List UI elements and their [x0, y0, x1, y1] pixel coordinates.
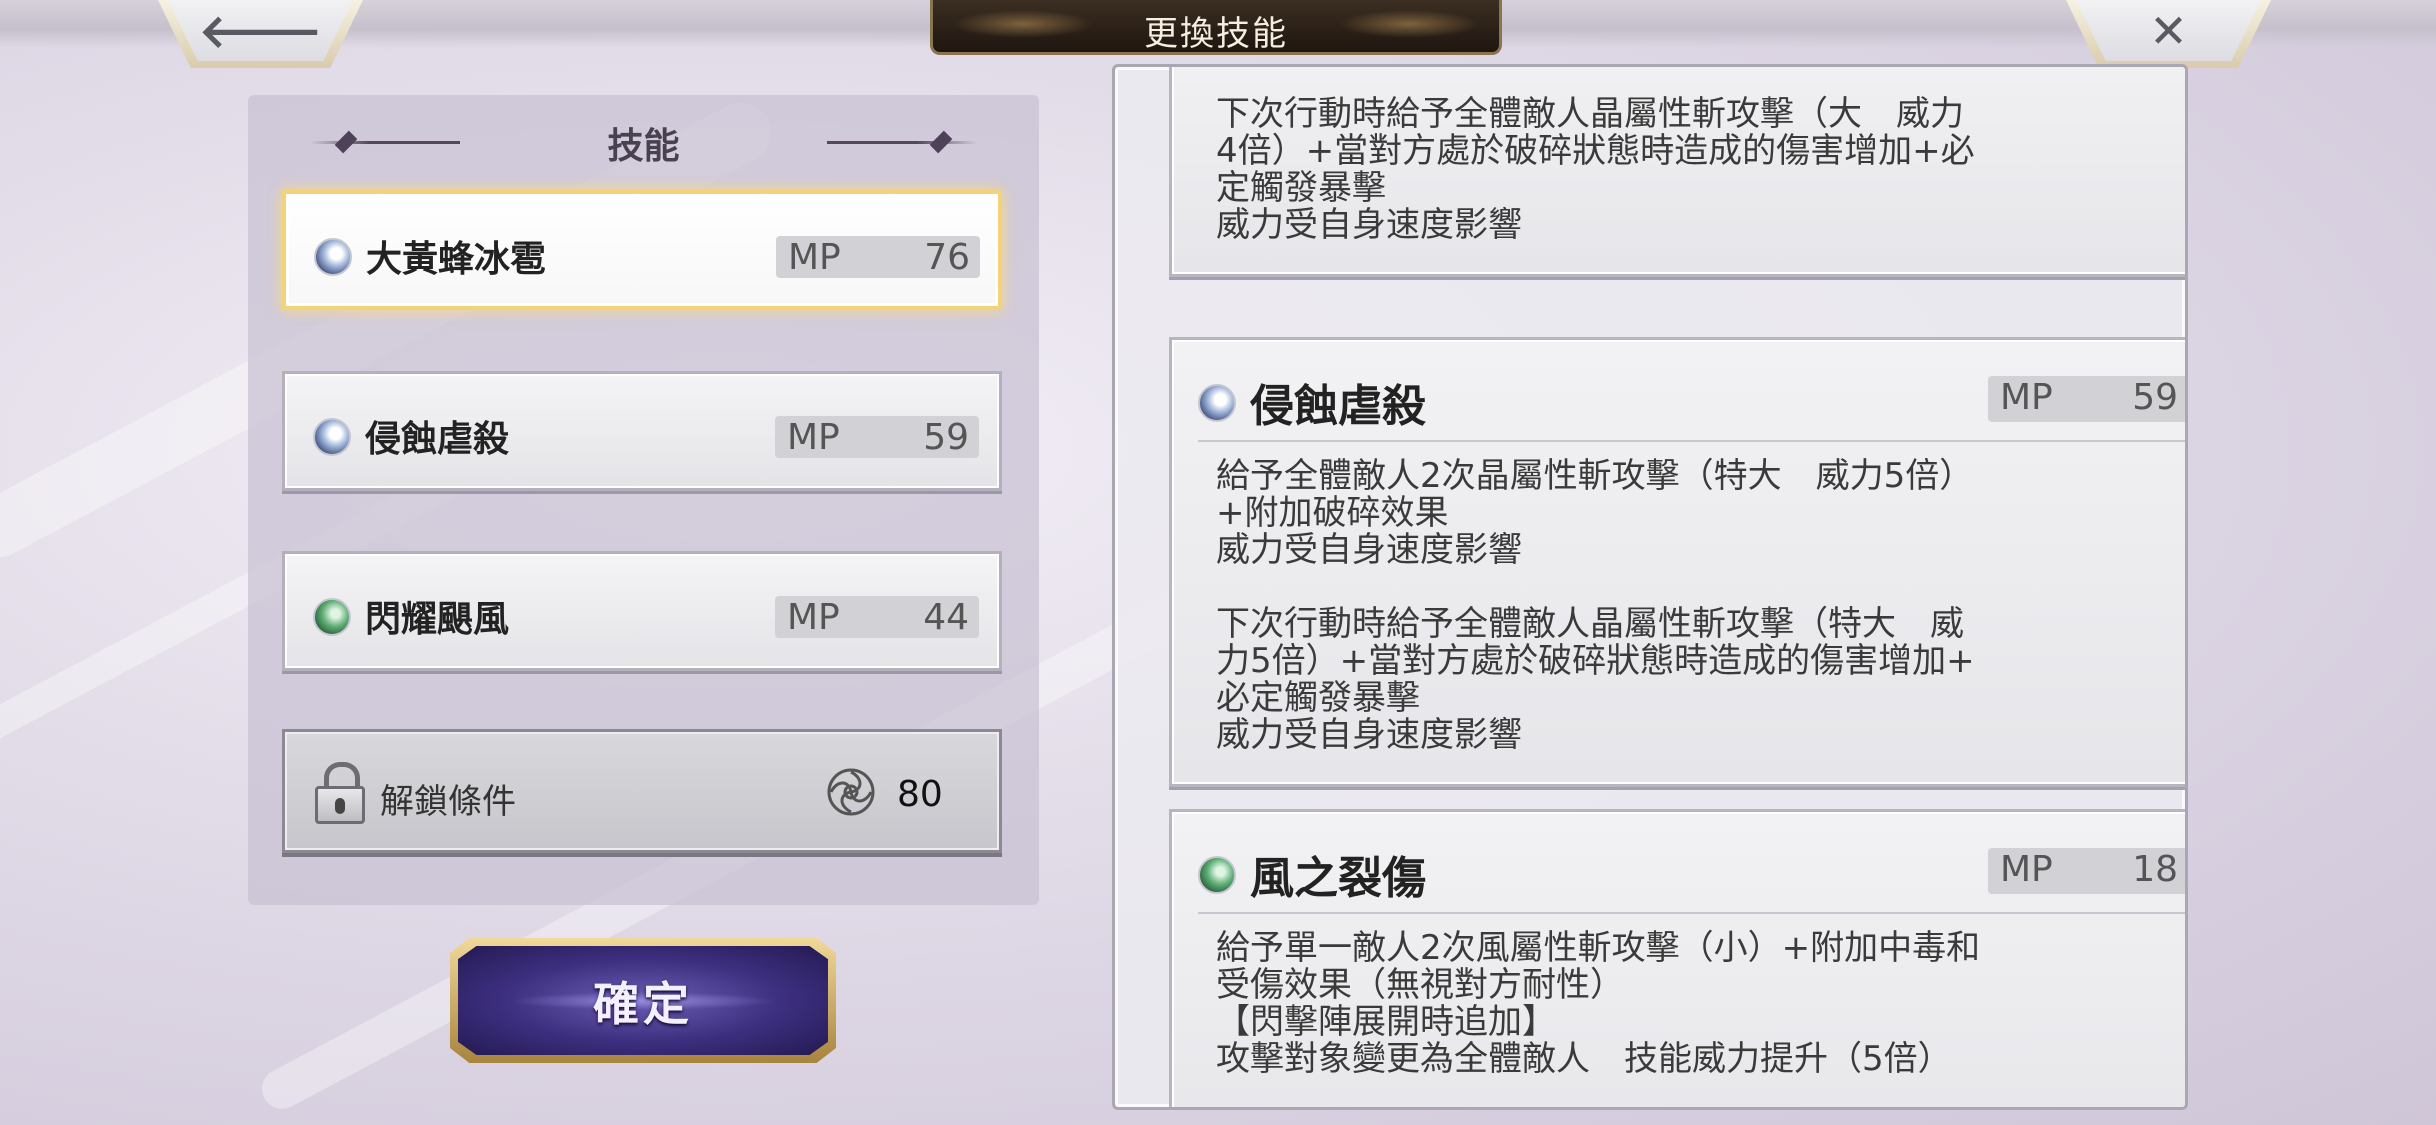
mp-value: 59: [2132, 377, 2178, 418]
panel-heading: 技能: [248, 117, 1039, 167]
skill-detail-panel[interactable]: 下次行動時給予全體敵人晶屬性斬攻擊（大 威力 4倍）+當對方處於破碎狀態時造成的…: [1112, 64, 2188, 1110]
skill-list-panel: 技能 大黃蜂冰雹 MP 76 侵蝕虐殺 MP 59 閃耀颶風 MP 44 解鎖條…: [248, 95, 1039, 905]
skill-detail-name: 風之裂傷: [1250, 853, 1426, 904]
description-line: +附加破碎效果: [1216, 493, 1449, 533]
description-line: 受傷效果（無視對方耐性）: [1216, 965, 1624, 1005]
skill-detail-card: 下次行動時給予全體敵人晶屬性斬攻擊（大 威力 4倍）+當對方處於破碎狀態時造成的…: [1169, 67, 2185, 277]
description-line: 力5倍）+當對方處於破碎狀態時造成的傷害增加+: [1216, 641, 1975, 681]
skill-description: 下次行動時給予全體敵人晶屬性斬攻擊（大 威力 4倍）+當對方處於破碎狀態時造成的…: [1216, 96, 2174, 244]
back-button[interactable]: 🡐: [158, 0, 363, 68]
skill-row[interactable]: 閃耀颶風 MP 44: [282, 551, 1002, 671]
description-line: 下次行動時給予全體敵人晶屬性斬攻擊（特大 威: [1216, 604, 1964, 644]
skill-row[interactable]: 侵蝕虐殺 MP 59: [282, 371, 1002, 491]
unlock-condition-label: 解鎖條件: [380, 782, 516, 822]
crystal-element-icon: [1198, 384, 1236, 422]
skill-detail-card: 侵蝕虐殺 MP 59 給予全體敵人2次晶屬性斬攻擊（特大 威力5倍） +附加破碎…: [1169, 337, 2185, 787]
mp-label: MP: [2000, 849, 2053, 890]
description-line: 4倍）+當對方處於破碎狀態時造成的傷害增加+必: [1216, 131, 1975, 171]
description-line: 威力受自身速度影響: [1216, 530, 1522, 570]
description-line: 下次行動時給予全體敵人晶屬性斬攻擊（大 威力: [1216, 94, 1964, 134]
crystal-element-icon: [314, 238, 352, 276]
mp-label: MP: [787, 597, 840, 638]
mp-cost: MP 76: [776, 236, 980, 278]
wind-element-icon: [1198, 856, 1236, 894]
skill-name: 大黃蜂冰雹: [366, 238, 547, 280]
mp-label: MP: [788, 237, 841, 278]
description-line: 必定觸發暴擊: [1216, 678, 1420, 718]
crystal-element-icon: [313, 418, 351, 456]
close-icon: ✕: [2149, 4, 2188, 58]
close-button[interactable]: ✕: [2066, 0, 2271, 68]
description-line: 威力受自身速度影響: [1216, 205, 1522, 245]
mp-value: 59: [923, 417, 969, 458]
mp-cost: MP 44: [775, 596, 979, 638]
unlock-requirement-value: 80: [897, 774, 943, 815]
skill-description: 給予單一敵人2次風屬性斬攻擊（小）+附加中毒和 受傷效果（無視對方耐性） 【閃擊…: [1216, 930, 2174, 1078]
mp-cost: MP 18: [1988, 848, 2185, 894]
confirm-button[interactable]: 確定: [450, 938, 836, 1063]
mp-value: 76: [924, 237, 970, 278]
page-title: 更換技能: [1144, 14, 1288, 54]
panel-heading-label: 技能: [607, 125, 680, 167]
skill-description: 給予全體敵人2次晶屬性斬攻擊（特大 威力5倍） +附加破碎效果 威力受自身速度影…: [1216, 458, 2174, 754]
wind-element-icon: [313, 598, 351, 636]
description-line: 攻擊對象變更為全體敵人 技能威力提升（5倍）: [1216, 1039, 1952, 1079]
description-line: 【閃擊陣展開時追加】: [1216, 1002, 1556, 1042]
mp-value: 44: [923, 597, 969, 638]
locked-skill-slot[interactable]: 解鎖條件 80: [282, 729, 1002, 853]
skill-detail-card: 風之裂傷 MP 18 給予單一敵人2次風屬性斬攻擊（小）+附加中毒和 受傷效果（…: [1169, 809, 2185, 1107]
back-arrow-icon: 🡐: [198, 4, 323, 58]
skill-row-selected[interactable]: 大黃蜂冰雹 MP 76: [282, 190, 1002, 310]
description-line: 定觸發暴擊: [1216, 168, 1386, 208]
mp-label: MP: [2000, 377, 2053, 418]
description-line: 威力受自身速度影響: [1216, 715, 1522, 755]
skill-name: 閃耀颶風: [365, 598, 510, 640]
skill-detail-name: 侵蝕虐殺: [1250, 381, 1426, 432]
confirm-button-label: 確定: [593, 977, 693, 1031]
mp-label: MP: [787, 417, 840, 458]
mp-value: 18: [2132, 849, 2178, 890]
description-line: 給予單一敵人2次風屬性斬攻擊（小）+附加中毒和: [1216, 928, 1981, 968]
skill-name: 侵蝕虐殺: [365, 418, 510, 460]
title-banner: 更換技能: [930, 0, 1502, 55]
mp-cost: MP 59: [1988, 376, 2185, 422]
skill-detail-header: 侵蝕虐殺 MP 59: [1198, 370, 2185, 442]
mp-cost: MP 59: [775, 416, 979, 458]
description-line: 給予全體敵人2次晶屬性斬攻擊（特大 威力5倍）: [1216, 456, 1974, 496]
swirl-icon: [827, 768, 875, 816]
skill-detail-header: 風之裂傷 MP 18: [1198, 842, 2185, 914]
lock-icon: [315, 762, 365, 824]
